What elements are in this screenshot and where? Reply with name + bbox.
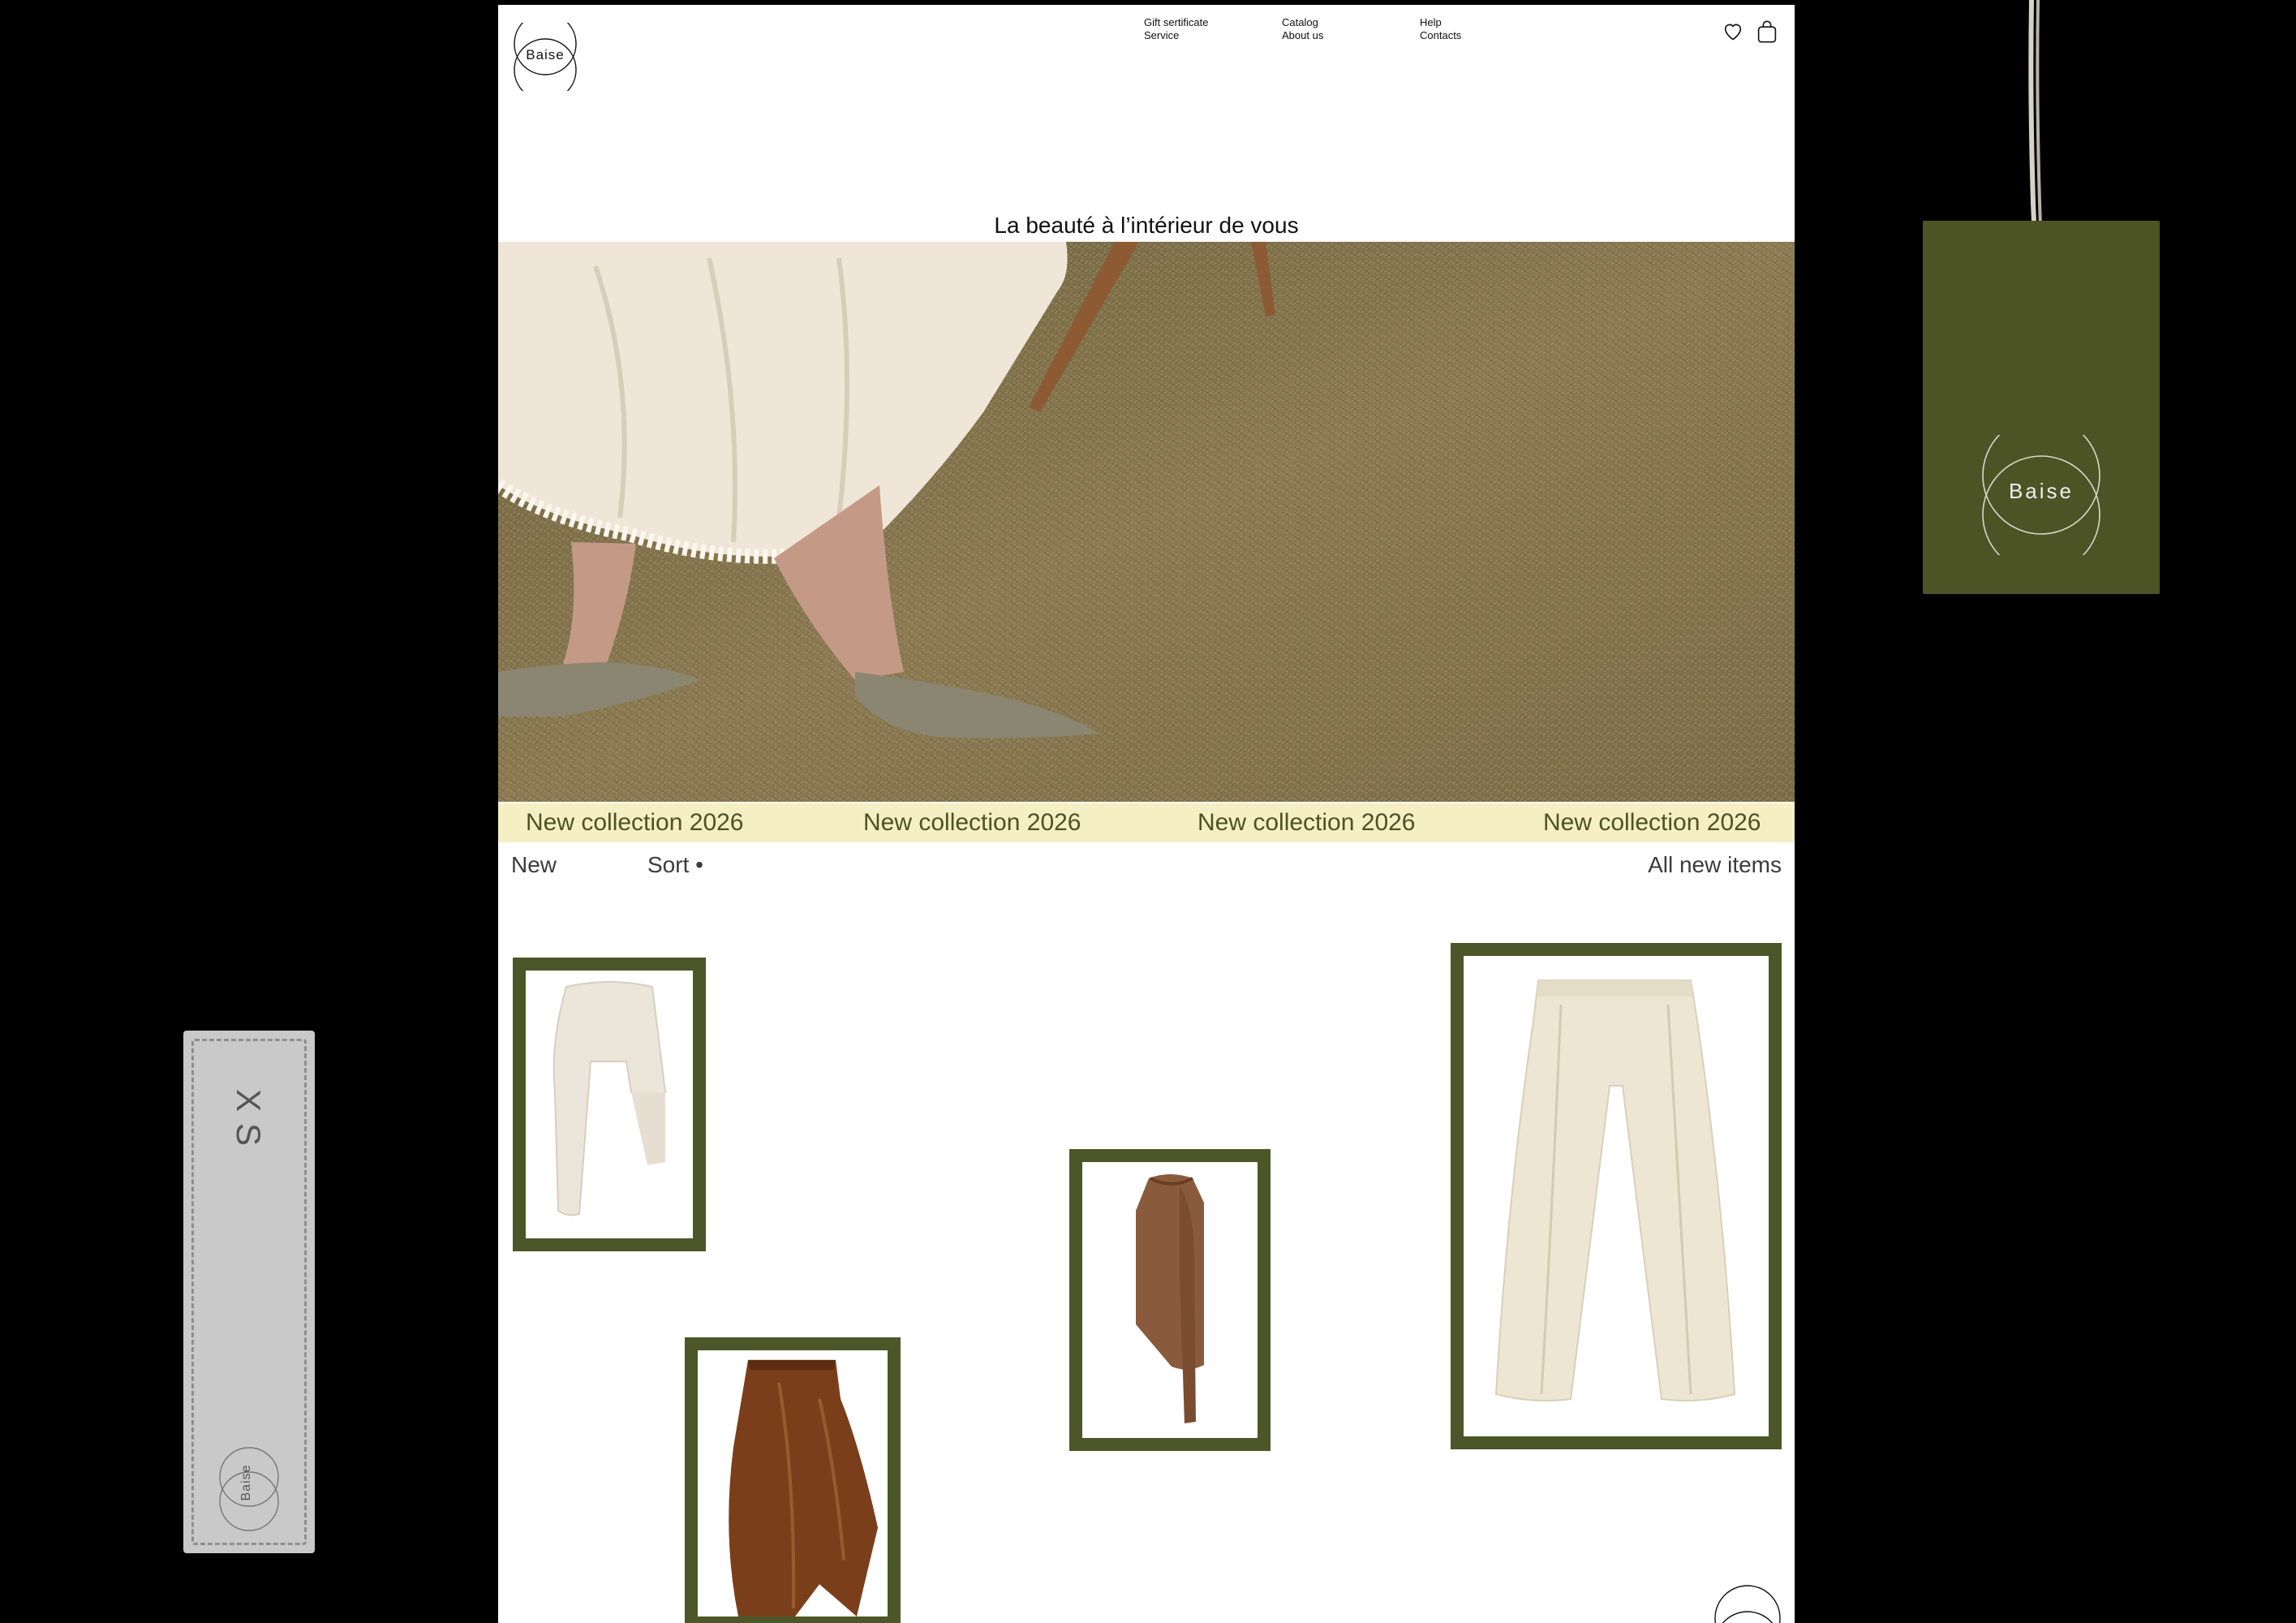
hero-photo-illustration xyxy=(498,242,1795,802)
size-label: XS Baise xyxy=(183,1031,315,1553)
all-new-items-link[interactable]: All new items xyxy=(1648,852,1782,878)
product-card-draped-skirt[interactable] xyxy=(685,1337,901,1623)
logo-wordmark: Baise xyxy=(526,47,565,62)
heart-icon[interactable] xyxy=(1722,19,1744,42)
product-card-cape-top[interactable] xyxy=(513,958,706,1251)
nav-column-3: Help Contacts xyxy=(1420,16,1461,42)
nav-about-us[interactable]: About us xyxy=(1282,29,1323,42)
collection-marquee: New collection 2026 New collection 2026 … xyxy=(498,803,1795,842)
hang-tag: Baise xyxy=(1923,221,2160,594)
marquee-item: New collection 2026 xyxy=(1543,809,1761,836)
bag-icon[interactable] xyxy=(1756,19,1778,44)
product-image-draped-skirt xyxy=(729,1359,878,1617)
nav-column-2: Catalog About us xyxy=(1282,16,1323,42)
product-image-scarf-top xyxy=(1136,1174,1204,1423)
product-card-scarf-top[interactable] xyxy=(1069,1149,1271,1451)
marquee-item: New collection 2026 xyxy=(1197,809,1416,836)
hero-tagline: La beauté à l’intérieur de vous xyxy=(994,213,1299,238)
hangtag-wordmark: Baise xyxy=(2008,479,2075,503)
nav-service[interactable]: Service xyxy=(1144,29,1208,42)
filter-new-button[interactable]: New xyxy=(511,852,557,878)
product-image-wide-trousers xyxy=(1494,979,1736,1401)
nav-catalog[interactable]: Catalog xyxy=(1282,16,1323,29)
size-text: XS xyxy=(230,1088,268,1158)
nav-help[interactable]: Help xyxy=(1420,16,1461,29)
brand-logo[interactable]: Baise xyxy=(511,12,579,101)
product-card-wide-trousers[interactable] xyxy=(1451,943,1782,1449)
hero-image xyxy=(498,242,1795,802)
nav-column-1: Gift sertificate Service xyxy=(1144,16,1208,42)
nav-gift-certificate[interactable]: Gift sertificate xyxy=(1144,16,1208,29)
product-image-cape-top xyxy=(553,981,667,1216)
marquee-item: New collection 2026 xyxy=(526,809,744,836)
header-icons xyxy=(1722,19,1778,44)
corner-logo-icon xyxy=(1714,1585,1781,1623)
marquee-item: New collection 2026 xyxy=(863,809,1081,836)
label-wordmark: Baise xyxy=(239,1464,253,1501)
nav-contacts[interactable]: Contacts xyxy=(1420,29,1461,42)
store-page: Baise Gift sertificate Service Catalog A… xyxy=(498,5,1795,1623)
sort-button[interactable]: Sort • xyxy=(647,852,703,878)
